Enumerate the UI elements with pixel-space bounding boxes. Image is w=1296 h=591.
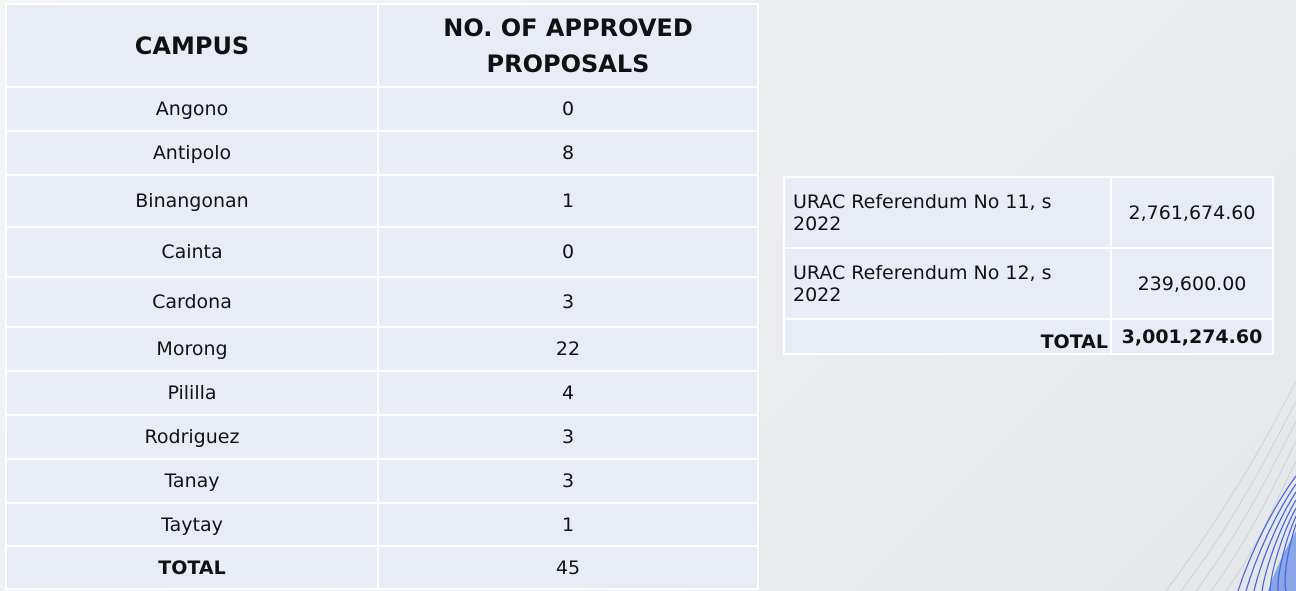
count-cell: 3 [378,459,758,503]
wave-mesh [1166,381,1296,591]
campus-cell: Angono [6,87,378,131]
count-cell: 22 [378,327,758,371]
referendum-label: URAC Referendum No 11, s 2022 [784,177,1111,248]
count-cell: 0 [378,87,758,131]
table-row: Tanay 3 [6,459,758,503]
campus-cell: Antipolo [6,131,378,175]
table-row: Taytay 1 [6,503,758,546]
total-row: TOTAL 3,001,274.60 [784,319,1273,354]
approved-proposals-table: CAMPUS NO. OF APPROVED PROPOSALS Angono … [5,3,759,590]
table-row: Cainta 0 [6,227,758,277]
referendum-label: URAC Referendum No 12, s 2022 [784,248,1111,319]
approved-proposals-header: NO. OF APPROVED PROPOSALS [378,4,758,87]
referendum-amount: 2,761,674.60 [1111,177,1273,248]
count-cell: 1 [378,175,758,227]
table-row: Morong 22 [6,327,758,371]
table-row: Rodriguez 3 [6,415,758,459]
total-label: TOTAL [6,546,378,589]
campus-header: CAMPUS [6,4,378,87]
count-cell: 3 [378,415,758,459]
table-header-row: CAMPUS NO. OF APPROVED PROPOSALS [6,4,758,87]
campus-cell: Morong [6,327,378,371]
funds-total-label: TOTAL [784,319,1111,354]
total-count: 45 [378,546,758,589]
campus-cell: Pililla [6,371,378,415]
campus-cell: Rodriguez [6,415,378,459]
referendum-amount: 239,600.00 [1111,248,1273,319]
approved-proposals-header-line1: NO. OF APPROVED [443,14,692,42]
campus-cell: Taytay [6,503,378,546]
approved-proposals-header-line2: PROPOSALS [487,50,650,78]
campus-cell: Cainta [6,227,378,277]
table-row: Antipolo 8 [6,131,758,175]
table-row: Cardona 3 [6,277,758,327]
table-row: Pililla 4 [6,371,758,415]
count-cell: 3 [378,277,758,327]
funds-total-amount: 3,001,274.60 [1111,319,1273,354]
campus-cell: Cardona [6,277,378,327]
table-row: Angono 0 [6,87,758,131]
count-cell: 4 [378,371,758,415]
campus-cell: Tanay [6,459,378,503]
table-row: Binangonan 1 [6,175,758,227]
total-row: TOTAL 45 [6,546,758,589]
table-row: URAC Referendum No 11, s 2022 2,761,674.… [784,177,1273,248]
campus-header-label: CAMPUS [135,32,249,60]
count-cell: 8 [378,131,758,175]
campus-cell: Binangonan [6,175,378,227]
table-row: URAC Referendum No 12, s 2022 239,600.00 [784,248,1273,319]
decorative-wave-graphic [1146,381,1296,591]
referendum-funds-table: URAC Referendum No 11, s 2022 2,761,674.… [783,176,1274,355]
count-cell: 1 [378,503,758,546]
count-cell: 0 [378,227,758,277]
